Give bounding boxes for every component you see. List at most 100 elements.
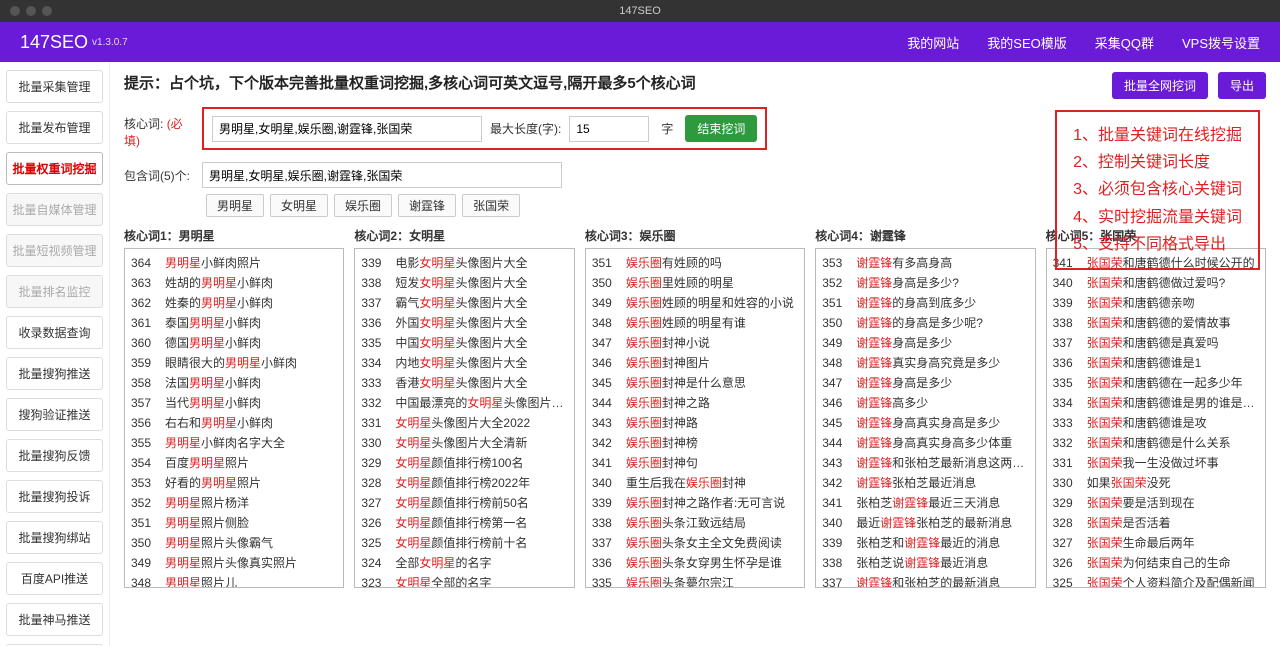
result-row[interactable]: 334张国荣和唐鹤德谁是男的谁是女的 [1053, 393, 1259, 413]
result-row[interactable]: 339张柏芝和谢霆锋最近的消息 [822, 533, 1028, 553]
result-row[interactable]: 331女明星头像图片大全2022 [361, 413, 567, 433]
result-row[interactable]: 357当代男明星小鲜肉 [131, 393, 337, 413]
core-keywords-input[interactable] [212, 116, 482, 142]
result-row[interactable]: 347谢霆锋身高是多少 [822, 373, 1028, 393]
result-row[interactable]: 334内地女明星头像图片大全 [361, 353, 567, 373]
result-row[interactable]: 363姓胡的男明星小鲜肉 [131, 273, 337, 293]
nav-item-3[interactable]: VPS拨号设置 [1182, 33, 1260, 52]
result-row[interactable]: 340张国荣和唐鹤德做过爱吗? [1053, 273, 1259, 293]
result-row[interactable]: 341张柏芝谢霆锋最近三天消息 [822, 493, 1028, 513]
result-row[interactable]: 345谢霆锋身高真实身高是多少 [822, 413, 1028, 433]
result-row[interactable]: 344谢霆锋身高真实身高多少体重 [822, 433, 1028, 453]
result-row[interactable]: 350娱乐圈里姓顾的明星 [592, 273, 798, 293]
result-row[interactable]: 352谢霆锋身高是多少? [822, 273, 1028, 293]
result-row[interactable]: 355男明星小鲜肉名字大全 [131, 433, 337, 453]
result-row[interactable]: 335张国荣和唐鹤德在一起多少年 [1053, 373, 1259, 393]
sidebar-item-6[interactable]: 收录数据查询 [6, 316, 103, 349]
result-row[interactable]: 340最近谢霆锋张柏芝的最新消息 [822, 513, 1028, 533]
result-row[interactable]: 333张国荣和唐鹤德谁是攻 [1053, 413, 1259, 433]
result-row[interactable]: 346娱乐圈封神图片 [592, 353, 798, 373]
result-row[interactable]: 332中国最漂亮的女明星头像图片大全 [361, 393, 567, 413]
result-row[interactable]: 338张柏芝说谢霆锋最近消息 [822, 553, 1028, 573]
column-box-2[interactable]: 351娱乐圈有姓顾的吗350娱乐圈里姓顾的明星349娱乐圈姓顾的明星和姓容的小说… [585, 248, 805, 588]
result-row[interactable]: 350谢霆锋的身高是多少呢? [822, 313, 1028, 333]
result-row[interactable]: 337张国荣和唐鹤德是真爱吗 [1053, 333, 1259, 353]
result-row[interactable]: 328女明星颜值排行榜2022年 [361, 473, 567, 493]
result-row[interactable]: 335娱乐圈头条薨尔宗江 [592, 573, 798, 588]
tag-1[interactable]: 女明星 [270, 194, 328, 217]
result-row[interactable]: 329张国荣要是活到现在 [1053, 493, 1259, 513]
result-row[interactable]: 327女明星颜值排行榜前50名 [361, 493, 567, 513]
export-button[interactable]: 导出 [1218, 72, 1266, 99]
traffic-light-max[interactable] [42, 6, 52, 16]
result-row[interactable]: 343谢霆锋和张柏芝最新消息这两天一 [822, 453, 1028, 473]
result-row[interactable]: 359眼睛很大的男明星小鲜肉 [131, 353, 337, 373]
sidebar-item-12[interactable]: 百度API推送 [6, 562, 103, 595]
contain-keywords-input[interactable] [202, 162, 562, 188]
sidebar-item-2[interactable]: 批量权重词挖掘 [6, 152, 103, 185]
result-row[interactable]: 351谢霆锋的身高到底多少 [822, 293, 1028, 313]
result-row[interactable]: 341娱乐圈封神句 [592, 453, 798, 473]
result-row[interactable]: 343娱乐圈封神路 [592, 413, 798, 433]
result-row[interactable]: 350男明星照片头像霸气 [131, 533, 337, 553]
nav-item-0[interactable]: 我的网站 [907, 33, 959, 52]
result-row[interactable]: 326女明星颜值排行榜第一名 [361, 513, 567, 533]
result-row[interactable]: 330如果张国荣没死 [1053, 473, 1259, 493]
result-row[interactable]: 335中国女明星头像图片大全 [361, 333, 567, 353]
result-row[interactable]: 356右右和男明星小鲜肉 [131, 413, 337, 433]
tag-0[interactable]: 男明星 [206, 194, 264, 217]
result-row[interactable]: 349男明星照片头像真实照片 [131, 553, 337, 573]
column-box-1[interactable]: 339电影女明星头像图片大全338短发女明星头像图片大全337霸气女明星头像图片… [354, 248, 574, 588]
result-row[interactable]: 338娱乐圈头条江致远结局 [592, 513, 798, 533]
nav-item-1[interactable]: 我的SEO模版 [987, 33, 1066, 52]
tag-2[interactable]: 娱乐圈 [334, 194, 392, 217]
result-row[interactable]: 337娱乐圈头条女主全文免费阅读 [592, 533, 798, 553]
result-row[interactable]: 339电影女明星头像图片大全 [361, 253, 567, 273]
sidebar-item-7[interactable]: 批量搜狗推送 [6, 357, 103, 390]
result-row[interactable]: 352男明星照片杨洋 [131, 493, 337, 513]
result-row[interactable]: 325张国荣个人资料简介及配偶新闻 [1053, 573, 1259, 588]
maxlen-input[interactable] [569, 116, 649, 142]
result-row[interactable]: 339娱乐圈封神之路作者:无可言说 [592, 493, 798, 513]
result-row[interactable]: 344娱乐圈封神之路 [592, 393, 798, 413]
result-row[interactable]: 351男明星照片侧脸 [131, 513, 337, 533]
traffic-light-min[interactable] [26, 6, 36, 16]
sidebar-item-9[interactable]: 批量搜狗反馈 [6, 439, 103, 472]
result-row[interactable]: 358法国男明星小鲜肉 [131, 373, 337, 393]
result-row[interactable]: 345娱乐圈封神是什么意思 [592, 373, 798, 393]
result-row[interactable]: 360德国男明星小鲜肉 [131, 333, 337, 353]
result-row[interactable]: 336娱乐圈头条女穿男生怀孕是谁 [592, 553, 798, 573]
result-row[interactable]: 328张国荣是否活着 [1053, 513, 1259, 533]
result-row[interactable]: 346谢霆锋高多少 [822, 393, 1028, 413]
result-row[interactable]: 324全部女明星的名字 [361, 553, 567, 573]
result-row[interactable]: 348男明星照片儿 [131, 573, 337, 588]
column-box-0[interactable]: 364男明星小鲜肉照片363姓胡的男明星小鲜肉362姓秦的男明星小鲜肉361泰国… [124, 248, 344, 588]
result-row[interactable]: 327张国荣生命最后两年 [1053, 533, 1259, 553]
result-row[interactable]: 337谢霆锋和张柏芝的最新消息 [822, 573, 1028, 588]
result-row[interactable]: 342娱乐圈封神榜 [592, 433, 798, 453]
result-row[interactable]: 338张国荣和唐鹤德的爱情故事 [1053, 313, 1259, 333]
result-row[interactable]: 329女明星颜值排行榜100名 [361, 453, 567, 473]
mine-all-button[interactable]: 批量全网挖词 [1112, 72, 1208, 99]
sidebar-item-11[interactable]: 批量搜狗绑站 [6, 521, 103, 554]
result-row[interactable]: 330女明星头像图片大全清新 [361, 433, 567, 453]
column-box-3[interactable]: 353谢霆锋有多高身高352谢霆锋身高是多少?351谢霆锋的身高到底多少350谢… [815, 248, 1035, 588]
nav-item-2[interactable]: 采集QQ群 [1095, 33, 1154, 52]
result-row[interactable]: 333香港女明星头像图片大全 [361, 373, 567, 393]
result-row[interactable]: 364男明星小鲜肉照片 [131, 253, 337, 273]
result-row[interactable]: 354百度男明星照片 [131, 453, 337, 473]
sidebar-item-10[interactable]: 批量搜狗投诉 [6, 480, 103, 513]
result-row[interactable]: 348谢霆锋真实身高究竟是多少 [822, 353, 1028, 373]
tag-3[interactable]: 谢霆锋 [398, 194, 456, 217]
result-row[interactable]: 337霸气女明星头像图片大全 [361, 293, 567, 313]
traffic-light-close[interactable] [10, 6, 20, 16]
tag-4[interactable]: 张国荣 [462, 194, 520, 217]
result-row[interactable]: 331张国荣我一生没做过坏事 [1053, 453, 1259, 473]
result-row[interactable]: 336外国女明星头像图片大全 [361, 313, 567, 333]
result-row[interactable]: 326张国荣为何结束自己的生命 [1053, 553, 1259, 573]
sidebar-item-1[interactable]: 批量发布管理 [6, 111, 103, 144]
result-row[interactable]: 349谢霆锋身高是多少 [822, 333, 1028, 353]
result-row[interactable]: 342谢霆锋张柏芝最近消息 [822, 473, 1028, 493]
column-box-4[interactable]: 341张国荣和唐鹤德什么时候公开的340张国荣和唐鹤德做过爱吗?339张国荣和唐… [1046, 248, 1266, 588]
result-row[interactable]: 361泰国男明星小鲜肉 [131, 313, 337, 333]
